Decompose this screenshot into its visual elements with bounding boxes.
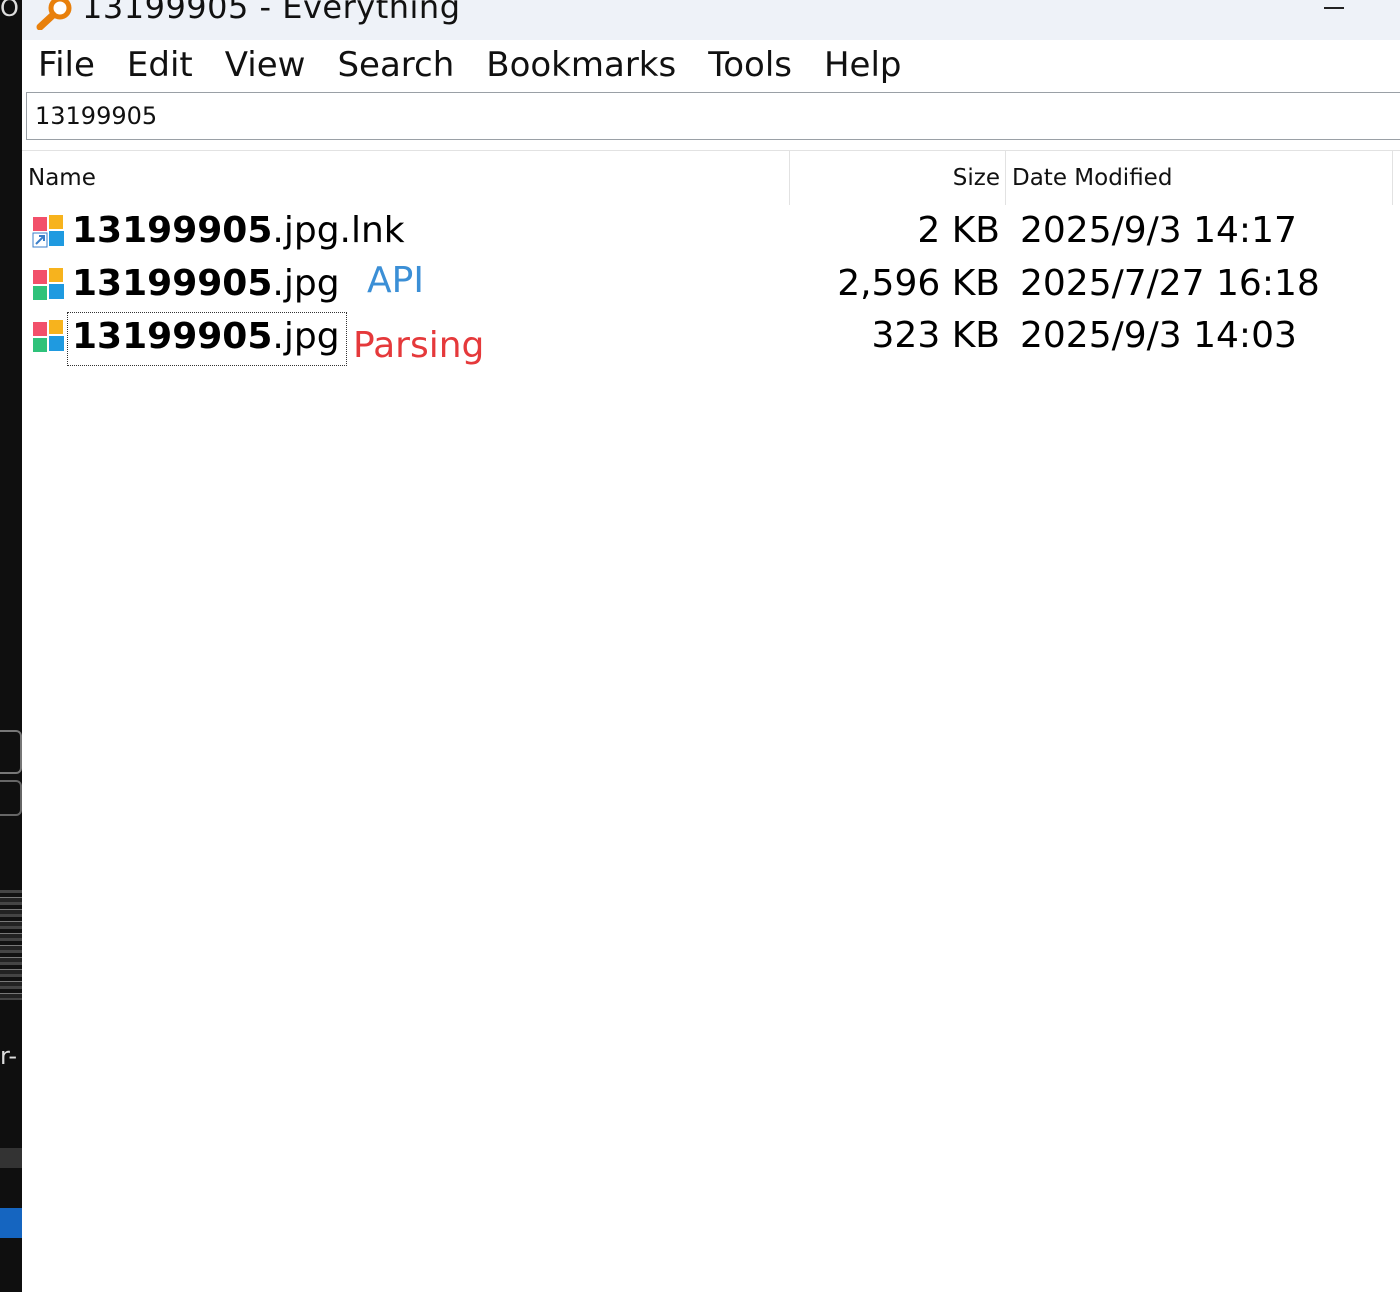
desktop-decoration bbox=[0, 730, 22, 774]
file-name-match: 13199905 bbox=[72, 210, 273, 251]
result-row[interactable]: 13199905.jpg 2,596 KB 2025/7/27 16:18 bbox=[22, 259, 1400, 311]
desktop-edge-text: O bbox=[0, 0, 19, 22]
column-divider[interactable] bbox=[1005, 151, 1006, 205]
minimize-button[interactable] bbox=[1316, 0, 1352, 20]
file-date-modified: 2025/9/3 14:03 bbox=[1020, 315, 1297, 356]
file-size: 323 KB bbox=[871, 315, 1000, 356]
menu-bar: File Edit View Search Bookmarks Tools He… bbox=[22, 40, 1400, 90]
magnifier-icon bbox=[36, 0, 72, 30]
file-name: 13199905.jpg bbox=[67, 312, 347, 366]
search-input[interactable] bbox=[35, 93, 1395, 139]
menu-bookmarks[interactable]: Bookmarks bbox=[470, 40, 692, 90]
column-header-name[interactable]: Name bbox=[28, 151, 96, 205]
image-file-icon bbox=[33, 268, 64, 300]
file-name-extension: .jpg bbox=[272, 316, 340, 357]
menu-search[interactable]: Search bbox=[321, 40, 470, 90]
menu-help[interactable]: Help bbox=[808, 40, 918, 90]
results-header: Name Size Date Modified bbox=[22, 150, 1400, 205]
column-header-size[interactable]: Size bbox=[790, 151, 1000, 205]
desktop-texture bbox=[0, 890, 22, 1000]
desktop-decoration bbox=[0, 1148, 22, 1168]
file-date-modified: 2025/9/3 14:17 bbox=[1020, 210, 1297, 251]
result-row-focused[interactable]: 13199905.jpg 323 KB 2025/9/3 14:03 bbox=[22, 312, 1400, 366]
image-file-icon bbox=[33, 320, 64, 352]
shortcut-image-file-icon bbox=[32, 215, 64, 248]
file-name-extension: .jpg bbox=[272, 263, 340, 304]
everything-window: 13199905 - Everything File Edit View Sea… bbox=[22, 0, 1400, 1292]
column-header-date-modified[interactable]: Date Modified bbox=[1012, 151, 1172, 205]
taskbar-highlight bbox=[0, 1208, 22, 1238]
menu-view[interactable]: View bbox=[209, 40, 322, 90]
desktop-edge-text: r- bbox=[0, 1042, 17, 1070]
file-name: 13199905.jpg.lnk bbox=[72, 209, 405, 253]
file-name-extension: .jpg.lnk bbox=[272, 210, 405, 251]
desktop-decoration bbox=[0, 780, 22, 816]
annotation-label-api: API bbox=[367, 260, 424, 301]
annotation-label-parsing: Parsing bbox=[353, 325, 485, 366]
file-name-match: 13199905 bbox=[72, 316, 273, 357]
title-bar[interactable]: 13199905 - Everything bbox=[22, 0, 1400, 40]
menu-file[interactable]: File bbox=[22, 40, 111, 90]
menu-edit[interactable]: Edit bbox=[111, 40, 209, 90]
file-date-modified: 2025/7/27 16:18 bbox=[1020, 263, 1320, 304]
file-name-match: 13199905 bbox=[72, 263, 273, 304]
menu-tools[interactable]: Tools bbox=[692, 40, 808, 90]
column-divider[interactable] bbox=[1392, 151, 1393, 205]
search-box bbox=[26, 92, 1400, 140]
window-title: 13199905 - Everything bbox=[82, 0, 461, 26]
file-name: 13199905.jpg bbox=[72, 262, 340, 306]
file-size: 2 KB bbox=[917, 210, 1000, 251]
desktop-background-strip: O r- bbox=[0, 0, 22, 1292]
result-row[interactable]: 13199905.jpg.lnk 2 KB 2025/9/3 14:17 bbox=[22, 206, 1400, 258]
file-size: 2,596 KB bbox=[837, 263, 1000, 304]
